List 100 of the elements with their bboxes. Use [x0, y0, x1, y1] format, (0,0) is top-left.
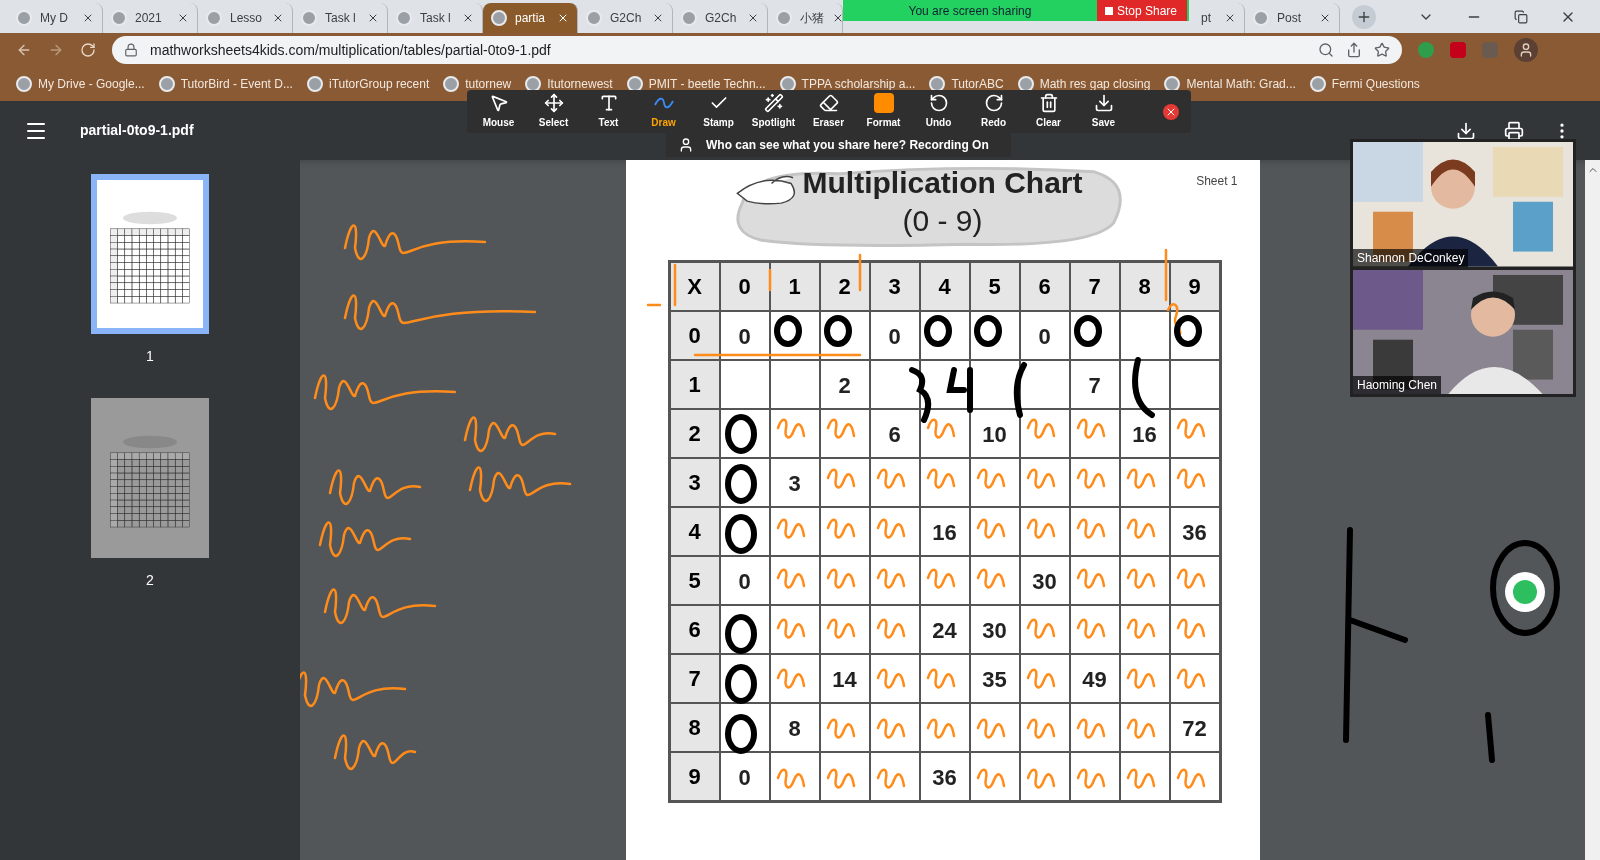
- annotation-tool[interactable]: Spotlight: [746, 93, 801, 130]
- close-icon[interactable]: [832, 12, 844, 24]
- close-icon[interactable]: [1163, 103, 1179, 120]
- annotation-tool[interactable]: Format: [856, 93, 911, 130]
- table-cell: 7: [1069, 360, 1120, 409]
- close-icon[interactable]: [367, 12, 379, 24]
- file-name: partial-0to9-1.pdf: [80, 121, 194, 140]
- annotation-tool[interactable]: Stamp: [691, 93, 746, 130]
- table-cell: 36: [1169, 507, 1220, 556]
- table-cell: [919, 654, 970, 703]
- bookmark[interactable]: Fermi Questions: [1309, 75, 1420, 93]
- person-icon: [678, 137, 694, 153]
- lock-icon: [124, 43, 138, 57]
- table-cell: [1019, 605, 1070, 654]
- new-tab-icon[interactable]: [1352, 5, 1376, 29]
- annotation-tool[interactable]: Save: [1076, 93, 1131, 130]
- site-icon: [301, 10, 317, 26]
- profile-avatar[interactable]: [1514, 38, 1538, 62]
- table-cell: [719, 458, 770, 507]
- bookmark[interactable]: iTutorGroup recent: [306, 75, 430, 93]
- table-cell: [1019, 409, 1070, 458]
- back-icon[interactable]: [16, 42, 32, 58]
- app-badge-icon[interactable]: [1505, 572, 1545, 612]
- page-thumbnail[interactable]: [91, 398, 209, 558]
- participant-name: Shannon DeConkey: [1353, 248, 1469, 267]
- table-cell: [1069, 409, 1120, 458]
- table-cell: 14: [819, 654, 870, 703]
- download-icon[interactable]: [1456, 120, 1476, 141]
- table-cell: [819, 458, 870, 507]
- row-header: 2: [669, 409, 720, 458]
- annotation-tool[interactable]: Mouse: [471, 93, 526, 130]
- table-cell: [919, 458, 970, 507]
- table-cell: [869, 458, 920, 507]
- annotation-tool[interactable]: Select: [526, 93, 581, 130]
- close-icon[interactable]: [177, 12, 189, 24]
- close-icon[interactable]: [272, 12, 284, 24]
- table-cell: 16: [919, 507, 970, 556]
- table-cell: [1069, 605, 1120, 654]
- stop-share-button[interactable]: Stop Share: [1097, 0, 1187, 21]
- column-header: 0: [719, 262, 770, 311]
- table-cell: 30: [1019, 556, 1070, 605]
- close-icon[interactable]: [1224, 12, 1236, 24]
- undo-icon: [928, 93, 949, 113]
- bookmark[interactable]: My Drive - Google...: [16, 75, 145, 93]
- table-cell: [969, 507, 1020, 556]
- download-icon: [1093, 93, 1114, 113]
- table-cell: [769, 409, 820, 458]
- site-icon: [16, 10, 32, 26]
- table-cell: [1069, 311, 1120, 360]
- annotation-tool[interactable]: Clear: [1021, 93, 1076, 130]
- close-icon[interactable]: [462, 12, 474, 24]
- zoom-icon[interactable]: [1318, 42, 1334, 58]
- row-header: 5: [669, 556, 720, 605]
- annotation-tool[interactable]: Draw: [636, 93, 691, 130]
- table-cell: [869, 360, 920, 409]
- print-icon[interactable]: [1504, 120, 1524, 141]
- site-icon: [306, 76, 323, 92]
- browser-tab[interactable]: partia: [483, 3, 578, 33]
- share-icon[interactable]: [1346, 42, 1362, 58]
- column-header: 8: [1119, 262, 1170, 311]
- person-icon: [1518, 42, 1534, 58]
- table-cell: 0: [719, 311, 770, 360]
- site-icon: [111, 10, 127, 26]
- site-icon: [16, 76, 32, 92]
- column-header: 4: [919, 262, 970, 311]
- scrollbar[interactable]: [1585, 160, 1600, 860]
- close-icon[interactable]: [1319, 12, 1331, 24]
- close-icon[interactable]: [747, 12, 759, 24]
- column-header: 5: [969, 262, 1020, 311]
- site-icon: [586, 10, 602, 26]
- table-cell: 24: [919, 605, 970, 654]
- move-icon: [543, 93, 564, 113]
- close-icon[interactable]: [82, 12, 94, 24]
- close-icon[interactable]: [557, 12, 569, 24]
- table-cell: [969, 458, 1020, 507]
- annotation-tool[interactable]: Eraser: [801, 93, 856, 130]
- table-cell: [819, 507, 870, 556]
- column-header: 3: [869, 262, 920, 311]
- table-cell: [1069, 556, 1120, 605]
- bookmark-star-icon[interactable]: [1374, 42, 1390, 58]
- table-cell: [1019, 703, 1070, 752]
- table-cell: [869, 654, 920, 703]
- reload-icon[interactable]: [80, 42, 96, 58]
- recording-notice: Who can see what you share here? Recording On: [666, 133, 1011, 157]
- table-cell: [1119, 458, 1170, 507]
- table-cell: [1019, 360, 1070, 409]
- annotation-tool[interactable]: Text: [581, 93, 636, 130]
- page-thumbnail[interactable]: [91, 174, 209, 334]
- table-cell: [919, 311, 970, 360]
- bookmark[interactable]: tutornew: [443, 75, 512, 93]
- close-icon[interactable]: [652, 12, 664, 24]
- address-bar[interactable]: mathworksheets4kids.com/multiplication/tables/partial-0to9-1.pdf: [112, 36, 1402, 64]
- restore-icon[interactable]: [1514, 10, 1528, 24]
- annotation-tool[interactable]: Redo: [966, 93, 1021, 130]
- bookmark[interactable]: TutorBird - Event D...: [158, 75, 293, 93]
- site-icon: [396, 10, 412, 26]
- sharing-status: You are screen sharing: [908, 2, 1032, 20]
- annotation-tool[interactable]: Undo: [911, 93, 966, 130]
- site-icon: [681, 10, 697, 26]
- table-cell: [919, 703, 970, 752]
